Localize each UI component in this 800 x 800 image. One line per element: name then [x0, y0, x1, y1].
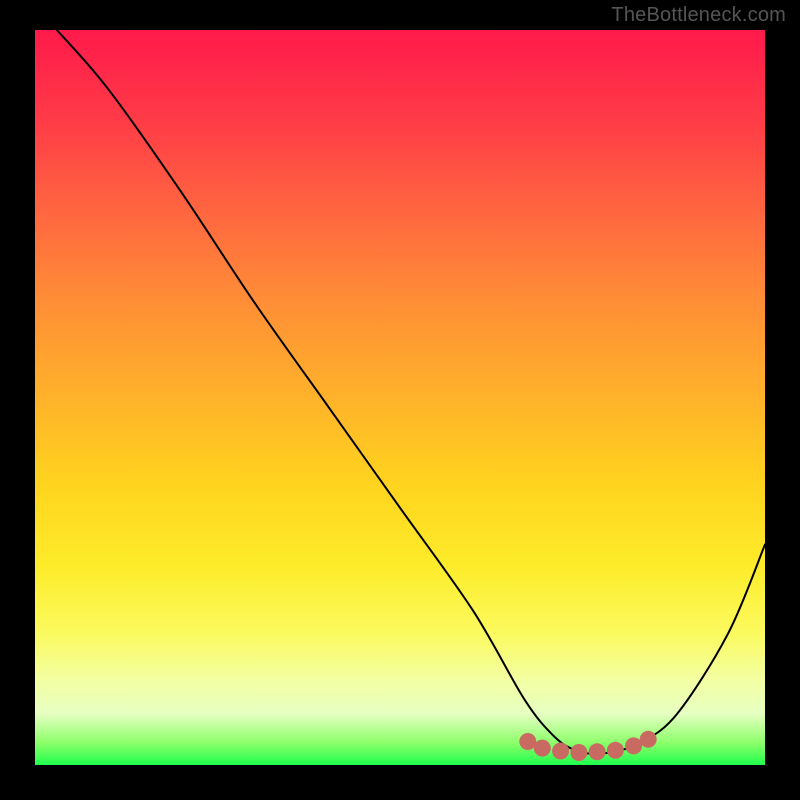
watermark-text: TheBottleneck.com	[611, 4, 786, 27]
chart-marker-dot	[640, 731, 657, 748]
chart-marker-dot	[607, 742, 624, 759]
chart-marker-dot	[519, 733, 536, 750]
chart-marker-dot	[589, 743, 606, 760]
chart-curve	[57, 30, 765, 754]
chart-marker-dot	[552, 743, 569, 760]
chart-marker-dot	[534, 740, 551, 757]
chart-svg	[35, 30, 765, 765]
chart-plot-area	[35, 30, 765, 765]
chart-marker-dot	[570, 744, 587, 761]
chart-marker-dot	[625, 737, 642, 754]
chart-bottom-markers	[519, 731, 656, 761]
